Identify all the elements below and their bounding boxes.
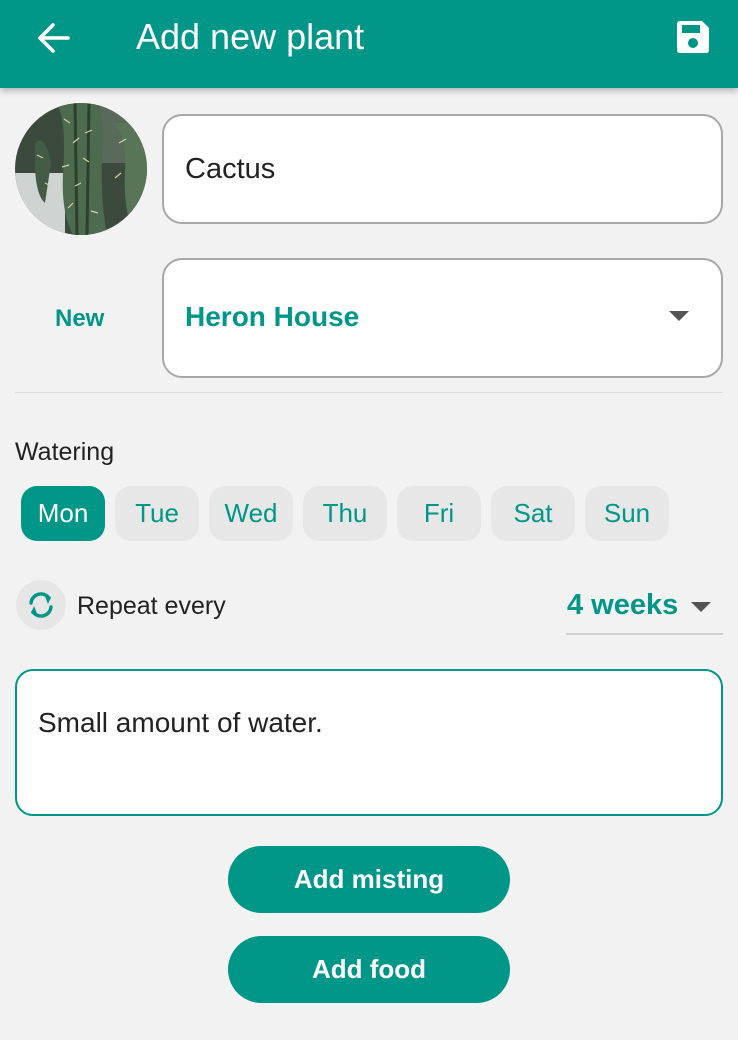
day-chip-sun[interactable]: Sun <box>585 486 669 541</box>
repeat-interval-dropdown[interactable]: 4 weeks <box>566 585 723 635</box>
new-location-button[interactable]: New <box>55 304 104 334</box>
day-chip-sat[interactable]: Sat <box>491 486 575 541</box>
arrow-left-icon <box>38 23 70 53</box>
add-food-button[interactable]: Add food <box>228 936 510 1003</box>
repeat-interval-value: 4 weeks <box>567 589 679 621</box>
day-chip-tue[interactable]: Tue <box>115 486 199 541</box>
day-chip-mon[interactable]: Mon <box>21 486 105 541</box>
cactus-photo <box>15 103 147 235</box>
location-dropdown[interactable]: Heron House <box>162 258 723 378</box>
save-button[interactable] <box>664 8 722 66</box>
plant-photo[interactable] <box>15 103 147 235</box>
back-button[interactable] <box>22 12 84 64</box>
day-chip-fri[interactable]: Fri <box>397 486 481 541</box>
repeat-sync-icon <box>29 592 53 618</box>
repeat-every-label: Repeat every <box>77 592 226 620</box>
caret-down-icon <box>669 311 689 321</box>
floppy-disk-save-icon <box>677 21 709 53</box>
plant-name-field[interactable] <box>162 114 723 224</box>
day-chip-wed[interactable]: Wed <box>209 486 293 541</box>
app-bar: Add new plant <box>0 0 738 88</box>
watering-label: Watering <box>15 438 115 466</box>
page-title: Add new plant <box>136 16 365 57</box>
plant-name-input[interactable] <box>185 116 705 222</box>
add-misting-button[interactable]: Add misting <box>228 846 510 913</box>
caret-down-icon <box>691 602 711 612</box>
watering-notes-field[interactable]: Small amount of water. <box>15 669 723 816</box>
divider <box>15 392 723 393</box>
repeat-toggle[interactable] <box>16 580 66 630</box>
location-selected-value: Heron House <box>185 301 360 332</box>
day-chip-thu[interactable]: Thu <box>303 486 387 541</box>
watering-notes-input[interactable]: Small amount of water. <box>38 705 698 800</box>
